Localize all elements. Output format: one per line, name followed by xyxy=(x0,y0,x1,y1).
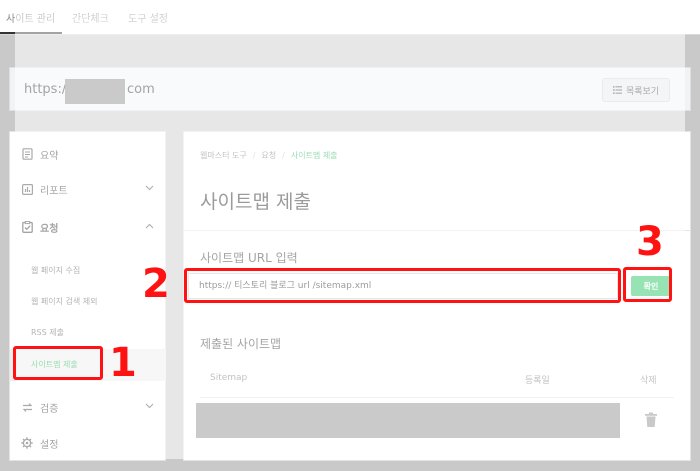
section-divider xyxy=(184,230,690,231)
active-tab-indicator xyxy=(0,32,62,34)
clipboard-check-icon xyxy=(20,220,34,234)
breadcrumb-item[interactable]: 요청 xyxy=(261,151,276,160)
sidebar-item-label: 요약 xyxy=(40,150,59,162)
page-title: 사이트맵 제출 xyxy=(200,191,311,213)
list-view-button[interactable]: 목록보기 xyxy=(602,78,670,102)
list-view-label: 목록보기 xyxy=(625,86,660,97)
sidebar-item-label: 리포트 xyxy=(40,185,68,197)
breadcrumb-current: 사이트맵 제출 xyxy=(290,151,338,160)
sidebar-sub-item-page-collect[interactable]: 웹 페이지 수집 xyxy=(31,265,80,276)
site-url-prefix: https:// xyxy=(24,82,71,97)
tab-tool-settings[interactable]: 도구 설정 xyxy=(128,10,168,25)
site-url-bar: https:// com 목록보기 xyxy=(9,67,691,111)
annotation-number-1: 1 xyxy=(109,340,137,386)
sidebar-item-label: 검증 xyxy=(40,403,59,415)
sidebar-item-settings[interactable]: 설정 xyxy=(20,432,160,454)
table-header-divider xyxy=(200,397,674,398)
sidebar-item-label: 설정 xyxy=(40,439,59,451)
chevron-up-icon xyxy=(145,222,154,232)
sidebar-item-label: 요청 xyxy=(40,223,59,235)
table-header-delete: 삭제 xyxy=(640,376,657,386)
highlight-box-3 xyxy=(623,267,672,302)
sidebar-sub-item-page-exclude[interactable]: 웹 페이지 검색 제외 xyxy=(31,296,98,307)
table-header-sitemap: Sitemap xyxy=(210,373,248,383)
breadcrumb-item[interactable]: 웹마스터 도구 xyxy=(200,151,247,160)
redacted-block xyxy=(65,79,125,104)
document-icon xyxy=(20,147,34,161)
top-tab-bar: 사이트 관리 간단체크 도구 설정 xyxy=(0,0,700,35)
bar-chart-icon xyxy=(20,182,34,196)
gear-icon xyxy=(20,436,34,450)
sitemap-url-label: 사이트맵 URL 입력 xyxy=(200,251,298,265)
annotation-number-2: 2 xyxy=(142,261,170,307)
table-header-date: 등록일 xyxy=(525,376,550,386)
sidebar-item-request[interactable]: 요청 xyxy=(20,216,160,238)
annotation-number-3: 3 xyxy=(636,219,664,265)
submitted-sitemaps-heading: 제출된 사이트맵 xyxy=(200,337,282,351)
trash-icon[interactable] xyxy=(644,412,658,428)
highlight-box-1 xyxy=(13,346,103,380)
swap-icon xyxy=(20,400,34,414)
sidebar-item-summary[interactable]: 요약 xyxy=(20,143,160,165)
site-url-suffix: com xyxy=(127,82,155,97)
chevron-down-icon xyxy=(145,184,154,194)
chevron-down-icon xyxy=(145,402,154,412)
tab-site-management[interactable]: 사이트 관리 xyxy=(6,10,55,25)
breadcrumb: 웹마스터 도구 / 요청 / 사이트맵 제출 xyxy=(200,151,338,160)
tab-quick-check[interactable]: 간단체크 xyxy=(72,10,109,25)
sidebar-sub-item-rss[interactable]: RSS 제출 xyxy=(31,327,64,338)
sidebar-item-verify[interactable]: 검증 xyxy=(20,396,160,418)
sidebar-item-report[interactable]: 리포트 xyxy=(20,178,160,200)
highlight-box-2 xyxy=(184,268,621,303)
redacted-block xyxy=(196,403,620,438)
list-icon xyxy=(612,86,622,94)
